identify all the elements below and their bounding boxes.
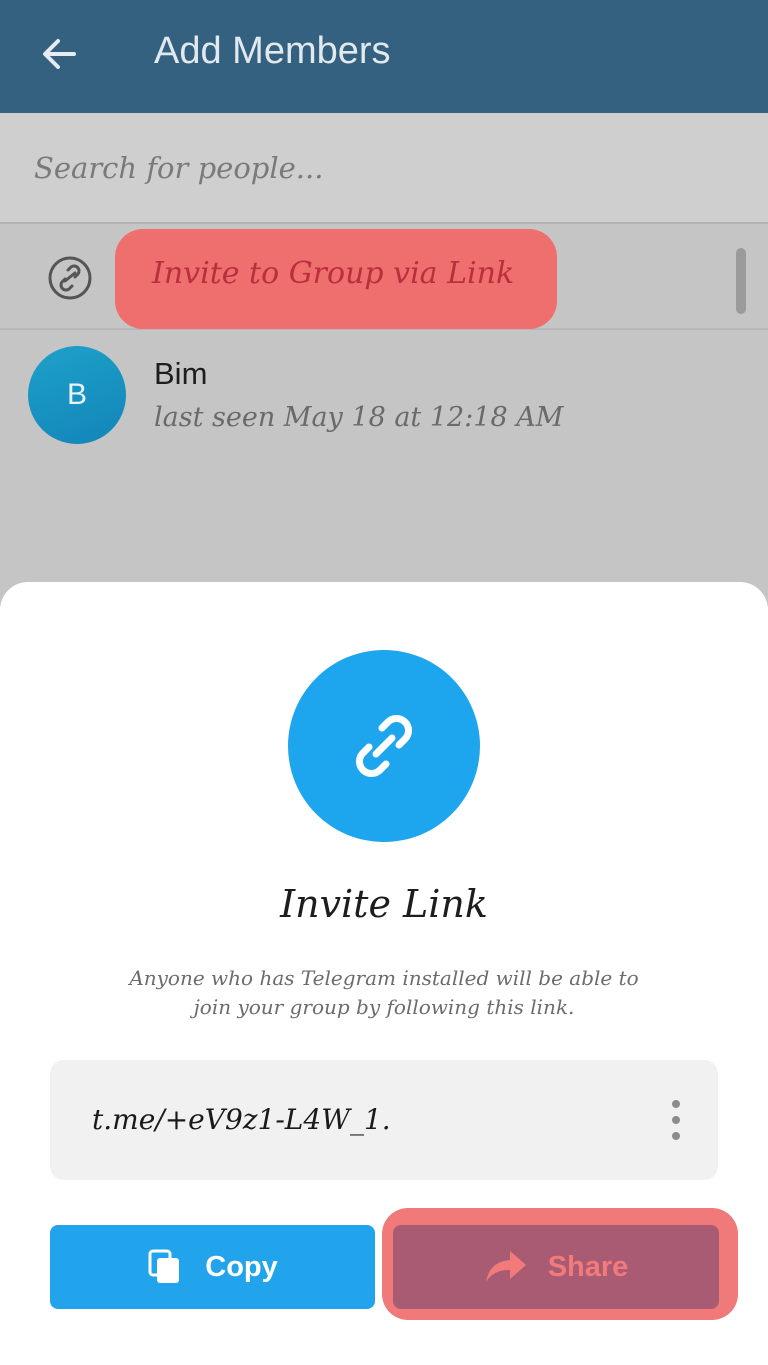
search-bar [0,113,768,224]
search-input[interactable] [34,143,734,193]
invite-link-badge [288,650,480,842]
copy-icon [148,1249,180,1283]
link-icon [48,256,92,300]
arrow-left-icon[interactable] [38,32,82,76]
share-button[interactable]: Share [393,1225,719,1309]
sheet-title: Invite Link [280,882,488,926]
contact-name: Bim [154,356,208,391]
share-button-label: Share [547,1250,629,1283]
link-icon [356,715,412,777]
scrollbar[interactable] [736,248,746,314]
app-header: Add Members [0,0,768,113]
share-arrow-icon [485,1251,526,1282]
contact-last-seen: last seen May 18 at 12:18 AM [154,402,564,433]
invite-link-field[interactable]: t.me/+eV9z1-L4W_1. [50,1060,718,1180]
invite-via-link-row[interactable]: Invite to Group via Link [0,226,768,330]
invite-link-text: t.me/+eV9z1-L4W_1. [92,1103,391,1136]
copy-button-label: Copy [205,1250,278,1283]
sheet-description: Anyone who has Telegram installed will b… [129,966,639,1019]
member-list: Invite to Group via Link B Bim last seen… [0,226,768,586]
copy-button[interactable]: Copy [50,1225,375,1309]
contact-row[interactable]: B Bim last seen May 18 at 12:18 AM [0,332,768,452]
avatar: B [28,346,126,444]
invite-via-link-label: Invite to Group via Link [152,256,515,291]
page-title: Add Members [154,30,391,72]
more-vertical-icon[interactable] [662,1098,690,1142]
invite-link-sheet: Invite Link Anyone who has Telegram inst… [0,582,768,1365]
